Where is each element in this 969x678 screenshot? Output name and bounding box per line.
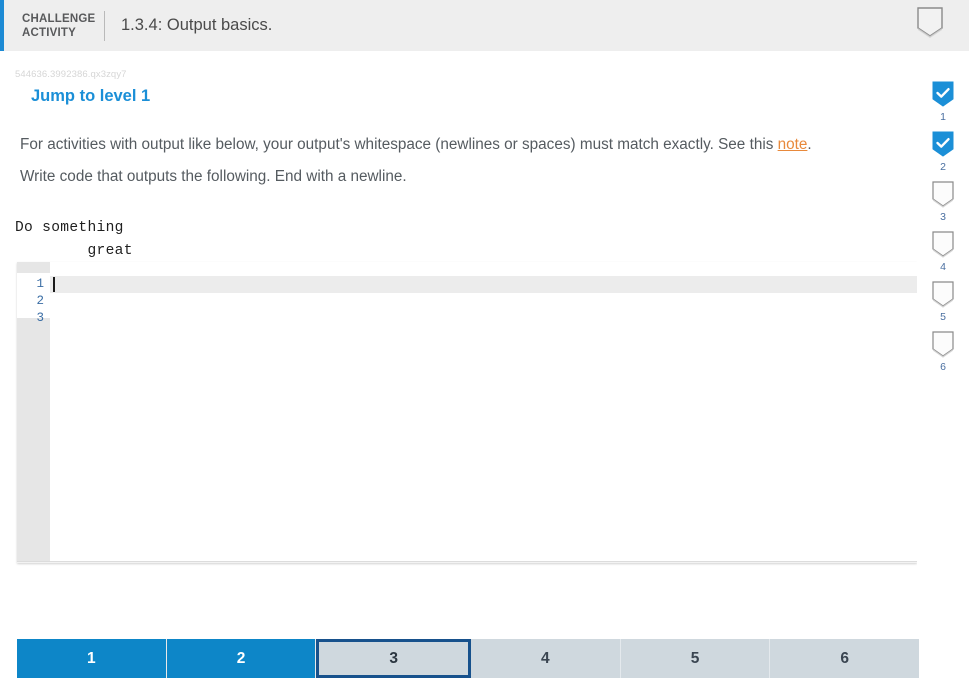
editor-text-cursor	[53, 277, 55, 292]
progress-marker-number: 2	[940, 161, 946, 173]
level-tab-label: 3	[389, 649, 398, 667]
level-tab-bar: 1 2 3 4 5 6	[17, 639, 920, 678]
progress-marker-3[interactable]: 3	[917, 181, 969, 223]
editor-top-strip	[17, 262, 917, 273]
challenge-activity-header: CHALLENGE ACTIVITY 1.3.4: Output basics.	[0, 0, 969, 51]
editor-text-area[interactable]	[50, 273, 917, 563]
header-accent-bar	[0, 0, 4, 51]
editor-line-numbers: 1 2 3	[17, 273, 44, 327]
progress-marker-number: 5	[940, 311, 946, 323]
note-link[interactable]: note	[778, 136, 808, 153]
instruction-paragraph-2: Write code that outputs the following. E…	[20, 168, 407, 185]
progress-marker-shape	[917, 281, 969, 309]
progress-marker-5[interactable]: 5	[917, 281, 969, 323]
editor-line-number: 3	[36, 311, 44, 325]
kicker-line-2: ACTIVITY	[22, 26, 76, 39]
editor-line-number: 1	[36, 277, 44, 291]
editor-top-strip-gutter	[17, 262, 50, 273]
level-tab-label: 2	[236, 649, 246, 667]
instruction-text-part-2: .	[807, 136, 812, 153]
instruction-paragraph-1: For activities with output like below, y…	[20, 135, 812, 155]
level-tab-label: 1	[87, 649, 96, 667]
editor-active-line-highlight	[50, 276, 917, 293]
progress-marker-6[interactable]: 6	[917, 331, 969, 373]
progress-marker-shape	[917, 331, 969, 359]
kicker-line-1: CHALLENGE	[22, 12, 96, 25]
challenge-activity-kicker: CHALLENGE ACTIVITY	[22, 12, 96, 40]
level-tab-5[interactable]: 5	[620, 639, 771, 678]
progress-marker-shape	[917, 81, 969, 109]
progress-marker-number: 1	[940, 111, 946, 123]
code-editor[interactable]: 1 2 3	[17, 262, 917, 563]
progress-marker-number: 4	[940, 261, 946, 273]
page-title: 1.3.4: Output basics.	[121, 16, 273, 34]
progress-marker-2[interactable]: 2	[917, 131, 969, 173]
activity-id-text: 544636.3992386.qx3zqy7	[15, 69, 127, 80]
pentagon-bookmark-icon	[932, 281, 954, 308]
progress-marker-number: 3	[940, 211, 946, 223]
progress-marker-shape	[917, 231, 969, 259]
level-tab-label: 6	[840, 649, 849, 667]
editor-bottom-edge	[17, 561, 917, 563]
level-tab-6[interactable]: 6	[770, 639, 920, 678]
pentagon-bookmark-icon	[932, 181, 954, 208]
activity-content: 544636.3992386.qx3zqy7 Jump to level 1 F…	[0, 51, 920, 678]
level-tab-3[interactable]: 3	[316, 639, 472, 678]
progress-marker-4[interactable]: 4	[917, 231, 969, 273]
sample-output-block: Do something great	[15, 219, 133, 259]
level-tab-1[interactable]: 1	[17, 639, 167, 678]
pentagon-bookmark-icon	[917, 7, 943, 38]
header-progress-marker[interactable]	[915, 6, 952, 44]
editor-line-number: 2	[36, 294, 44, 308]
level-tab-label: 4	[541, 649, 550, 667]
checked-pentagon-icon	[932, 131, 954, 157]
instruction-text-part-1: For activities with output like below, y…	[20, 136, 778, 153]
progress-marker-number: 6	[940, 361, 946, 373]
checked-pentagon-icon	[932, 81, 954, 107]
editor-gutter: 1 2 3	[17, 273, 50, 563]
level-tab-2[interactable]: 2	[166, 639, 317, 678]
progress-rail: 1 2 3 4 5 6	[917, 51, 969, 633]
progress-marker-shape	[917, 181, 969, 209]
pentagon-bookmark-icon	[932, 331, 954, 358]
progress-marker-shape	[917, 131, 969, 159]
level-tab-label: 5	[690, 649, 700, 667]
level-tab-4[interactable]: 4	[471, 639, 621, 678]
jump-to-level-link[interactable]: Jump to level 1	[31, 87, 150, 106]
header-divider	[104, 10, 105, 41]
pentagon-bookmark-icon	[932, 231, 954, 258]
progress-marker-1[interactable]: 1	[917, 81, 969, 123]
